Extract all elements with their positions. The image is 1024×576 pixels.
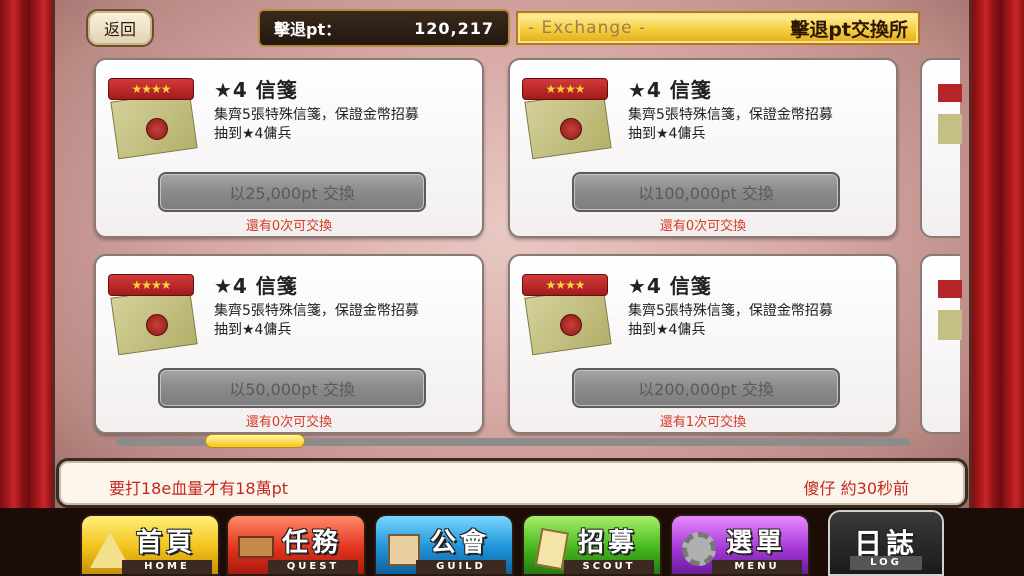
remaining-count: 還有0次可交換 [245,219,333,234]
nav-quest-button[interactable]: 任務 QUEST [226,514,366,576]
nav-log-button[interactable]: 日誌 LOG [828,510,944,576]
item-title: ★4 信箋 [214,274,298,298]
item-description: 集齊5張特殊信箋，保證金幣招募 抽到★4傭兵 [214,303,419,338]
letter-icon: ★★★★ [108,78,204,162]
nav-guild-button[interactable]: 公會 GUILD [374,514,514,576]
points-label: 擊退pt： [274,20,342,39]
remaining-count: 還有0次可交換 [659,219,747,234]
item-title: ★4 信箋 [628,274,712,298]
letter-icon: ★★★★ [522,274,618,358]
star-rating: ★★★★ [522,78,608,100]
exchange-button[interactable]: 以25,000pt 交換 [158,172,426,212]
letter-icon: ★★★★ [108,274,204,358]
bottom-navigation: 首頁 HOME 任務 QUEST 公會 GUILD 招募 SCOUT 選單 ME… [0,508,1024,576]
star-rating: ★★★★ [108,78,194,100]
exchange-card: ★★★★ ★4 信箋 集齊5張特殊信箋，保證金幣招募 抽到★4傭兵 以50,00… [94,254,484,434]
star-rating: ★★★★ [522,274,608,296]
exchange-card-partial[interactable] [920,58,962,238]
item-title: ★4 信箋 [628,78,712,102]
points-display: 擊退pt： 120,217 [258,9,510,47]
star-rating: ★★★★ [108,274,194,296]
exchange-card: ★★★★ ★4 信箋 集齊5張特殊信箋，保證金幣招募 抽到★4傭兵 以25,00… [94,58,484,238]
left-curtain [0,0,60,576]
chat-sender-time: 傻仔 約30秒前 [803,479,909,498]
exchange-button[interactable]: 以100,000pt 交換 [572,172,840,212]
item-description: 集齊5張特殊信箋，保證金幣招募 抽到★4傭兵 [214,107,419,142]
title-subtitle: - Exchange - [528,18,647,38]
exchange-card: ★★★★ ★4 信箋 集齊5張特殊信箋，保證金幣招募 抽到★4傭兵 以100,0… [508,58,898,238]
back-button[interactable]: 返回 [86,9,154,47]
remaining-count: 還有0次可交換 [245,415,333,430]
exchange-card-partial[interactable] [920,254,962,434]
remaining-count: 還有1次可交換 [659,415,747,430]
right-curtain [972,0,1024,576]
points-value: 120,217 [414,18,494,38]
nav-scout-button[interactable]: 招募 SCOUT [522,514,662,576]
chat-message: 要打18e血量才有18萬pt [109,479,288,498]
exchange-card: ★★★★ ★4 信箋 集齊5張特殊信箋，保證金幣招募 抽到★4傭兵 以200,0… [508,254,898,434]
chat-log-bar[interactable]: 要打18e血量才有18萬pt 傻仔 約30秒前 [56,458,968,508]
page-title: 擊退pt交換所 [790,18,908,41]
nav-menu-button[interactable]: 選單 MENU [670,514,810,576]
exchange-button[interactable]: 以200,000pt 交換 [572,368,840,408]
exchange-title-banner: - Exchange - 擊退pt交換所 [516,11,920,45]
item-description: 集齊5張特殊信箋，保證金幣招募 抽到★4傭兵 [628,303,833,338]
scrollbar-thumb[interactable] [205,434,305,448]
nav-home-button[interactable]: 首頁 HOME [80,514,220,576]
item-description: 集齊5張特殊信箋，保證金幣招募 抽到★4傭兵 [628,107,833,142]
exchange-button[interactable]: 以50,000pt 交換 [158,368,426,408]
item-title: ★4 信箋 [214,78,298,102]
letter-icon: ★★★★ [522,78,618,162]
